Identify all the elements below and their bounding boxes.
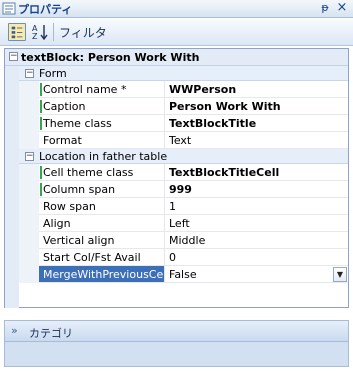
properties-toolbar: A Z フィルタ bbox=[0, 19, 353, 46]
property-value[interactable]: Text bbox=[169, 134, 191, 147]
property-value[interactable]: 999 bbox=[169, 183, 192, 196]
modified-marker bbox=[40, 83, 42, 96]
property-grid: − textBlock: Person Work With − Form Contr… bbox=[4, 48, 349, 308]
collapse-icon[interactable]: − bbox=[25, 69, 34, 78]
collapse-icon[interactable]: − bbox=[9, 52, 18, 61]
property-name[interactable]: Align bbox=[39, 215, 165, 231]
dropdown-arrow-icon[interactable]: ▼ bbox=[333, 267, 347, 282]
property-value[interactable]: Person Work With bbox=[169, 100, 281, 113]
category-label: カテゴリ bbox=[29, 327, 73, 340]
category-gutter bbox=[19, 164, 39, 283]
modified-marker bbox=[40, 100, 42, 113]
property-value[interactable]: Left bbox=[169, 217, 190, 230]
property-name[interactable]: Start Col/Fst Avail bbox=[39, 249, 165, 265]
category-row[interactable]: − Location in father table bbox=[19, 149, 348, 164]
description-area bbox=[4, 342, 349, 367]
property-name[interactable]: Column span bbox=[39, 181, 165, 197]
close-icon[interactable]: × bbox=[335, 0, 349, 16]
property-value[interactable]: TextBlockTitle bbox=[169, 117, 256, 130]
collapse-icon[interactable]: − bbox=[25, 152, 34, 161]
alphabetical-sort-icon[interactable]: A Z bbox=[30, 23, 50, 41]
property-value[interactable]: 0 bbox=[169, 251, 176, 264]
property-row[interactable]: Start Col/Fst Avail 0 bbox=[39, 249, 348, 266]
property-row[interactable]: Theme class TextBlockTitle bbox=[39, 115, 348, 132]
property-row[interactable]: Control name * WWPerson bbox=[39, 81, 348, 98]
property-name[interactable]: Theme class bbox=[39, 115, 165, 131]
property-value[interactable]: WWPerson bbox=[169, 83, 236, 96]
property-row[interactable]: Caption Person Work With bbox=[39, 98, 348, 115]
category-gutter bbox=[19, 81, 39, 149]
modified-marker bbox=[40, 166, 42, 179]
category-label: Form bbox=[39, 67, 67, 80]
pin-icon[interactable]: ᵽ bbox=[318, 1, 332, 16]
property-name[interactable]: Vertical align bbox=[39, 232, 165, 248]
category-bar[interactable]: » カテゴリ bbox=[4, 320, 349, 342]
property-row[interactable]: MergeWithPreviousCell False ▼ bbox=[39, 266, 348, 283]
property-value[interactable]: Middle bbox=[169, 234, 205, 247]
object-header-row[interactable]: − textBlock: Person Work With bbox=[5, 49, 348, 66]
property-row[interactable]: Cell theme class TextBlockTitleCell bbox=[39, 164, 348, 181]
property-name[interactable]: Format bbox=[39, 132, 165, 148]
panel-title: プロパティ bbox=[18, 3, 73, 16]
filter-button[interactable]: フィルタ bbox=[59, 24, 107, 41]
categorized-view-icon[interactable] bbox=[8, 23, 26, 41]
category-row[interactable]: − Form bbox=[19, 66, 348, 81]
property-name[interactable]: MergeWithPreviousCell bbox=[39, 266, 165, 282]
properties-icon bbox=[2, 2, 16, 15]
grid-gutter bbox=[5, 66, 19, 308]
property-name[interactable]: Row span bbox=[39, 198, 165, 214]
svg-text:Z: Z bbox=[32, 32, 38, 41]
toolbar-separator bbox=[53, 23, 54, 41]
property-row[interactable]: Vertical align Middle bbox=[39, 232, 348, 249]
property-value[interactable]: 1 bbox=[169, 200, 176, 213]
modified-marker bbox=[40, 183, 42, 196]
property-name[interactable]: Caption bbox=[39, 98, 165, 114]
property-name[interactable]: Control name * bbox=[39, 81, 165, 97]
property-row[interactable]: Align Left bbox=[39, 215, 348, 232]
modified-marker bbox=[40, 117, 42, 130]
category-label: Location in father table bbox=[39, 150, 168, 163]
object-label: textBlock: Person Work With bbox=[21, 51, 200, 64]
property-value[interactable]: TextBlockTitleCell bbox=[169, 166, 279, 179]
panel-titlebar: プロパティ ᵽ × bbox=[0, 0, 353, 18]
property-row[interactable]: Column span 999 bbox=[39, 181, 348, 198]
property-name[interactable]: Cell theme class bbox=[39, 164, 165, 180]
expand-chevron-icon[interactable]: » bbox=[11, 324, 18, 337]
property-row[interactable]: Row span 1 bbox=[39, 198, 348, 215]
property-row[interactable]: Format Text bbox=[39, 132, 348, 149]
property-value[interactable]: False bbox=[169, 268, 197, 281]
